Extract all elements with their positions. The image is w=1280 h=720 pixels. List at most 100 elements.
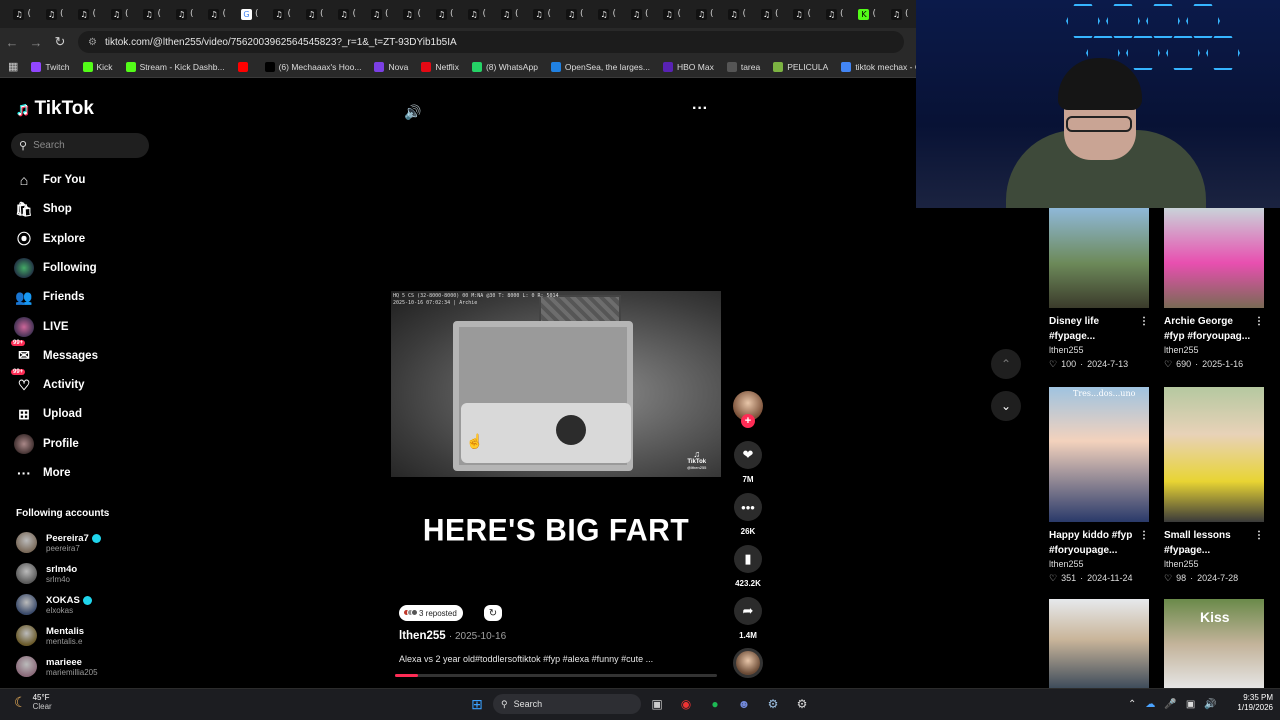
tab-close-icon[interactable]: ( (352, 9, 356, 19)
browser-tab[interactable]: K( (851, 3, 884, 25)
volume-icon[interactable]: 🔊 (404, 104, 421, 121)
browser-tab[interactable]: ♫( (884, 3, 917, 25)
video-progress-track[interactable] (395, 674, 717, 677)
video-thumbnail[interactable] (1164, 387, 1264, 522)
discord-icon[interactable]: ☻ (733, 694, 755, 714)
bookmark-item[interactable]: HBO Max (662, 61, 714, 72)
video-card[interactable]: Archie George #fyp #foryoupag... ⋮ lthen25… (1164, 208, 1264, 370)
video-card-author[interactable]: lthen255 (1049, 345, 1149, 355)
browser-tab[interactable]: ♫( (819, 3, 852, 25)
following-account[interactable]: srlm4o srlm4o (16, 563, 77, 584)
tab-close-icon[interactable]: ( (775, 9, 779, 19)
bookmark-item[interactable]: PELICULA (773, 61, 828, 72)
nav-messages[interactable]: ✉ 99+ Messages (11, 339, 98, 366)
taskbar-clock[interactable]: 9:35 PM 1/19/2026 (1225, 693, 1273, 713)
browser-tab[interactable]: ♫( (39, 3, 72, 25)
reposted-pill[interactable]: 3 reposted (399, 605, 463, 621)
video-thumbnail[interactable]: Tres...dos...uno (1049, 387, 1149, 522)
browser-tab[interactable]: ♫( (201, 3, 234, 25)
video-card[interactable]: Tres...dos...uno Happy kiddo #fyp #foryou… (1049, 387, 1149, 584)
browser-tab[interactable]: ♫( (689, 3, 722, 25)
tab-close-icon[interactable]: ( (710, 9, 714, 19)
heart-icon[interactable]: ❤ (734, 441, 762, 469)
video-card[interactable] (1049, 599, 1149, 689)
video-player[interactable]: HQ 5 CS (32-8000-8000) 00 M:NA @30 T: 80… (391, 291, 721, 477)
browser-tab[interactable]: ♫( (299, 3, 332, 25)
browser-tab[interactable]: ♫( (526, 3, 559, 25)
follow-plus-icon[interactable]: + (741, 414, 755, 428)
browser-tab[interactable]: ♫( (754, 3, 787, 25)
video-thumbnail[interactable] (1164, 208, 1264, 308)
bookmark-item[interactable]: (6) Mechaaax's Hoo... (264, 61, 361, 72)
tab-close-icon[interactable]: ( (190, 9, 194, 19)
nav-friends[interactable]: 👥 Friends (14, 287, 84, 307)
tab-close-icon[interactable]: ( (580, 9, 584, 19)
card-more-icon[interactable]: ⋮ (1254, 528, 1264, 543)
chrome-icon[interactable]: ◉ (675, 694, 697, 714)
video-card[interactable]: Kiss (1164, 599, 1264, 689)
search-input[interactable]: ⚲ Search (11, 133, 149, 158)
following-account[interactable]: marieee mariemillia205 (16, 656, 98, 677)
tab-close-icon[interactable]: ( (482, 9, 486, 19)
apps-icon[interactable]: ▦ (8, 60, 18, 73)
tab-close-icon[interactable]: ( (515, 9, 519, 19)
music-disc[interactable] (733, 648, 763, 678)
following-account[interactable]: XOKAS elxokas (16, 594, 92, 615)
tab-close-icon[interactable]: ( (677, 9, 681, 19)
task-view-icon[interactable]: ▣ (646, 694, 668, 714)
browser-tab[interactable]: ♫( (656, 3, 689, 25)
video-card-author[interactable]: lthen255 (1164, 345, 1264, 355)
bookmark-item[interactable]: Nova (374, 61, 408, 72)
browser-tab[interactable]: ♫( (396, 3, 429, 25)
browser-tab[interactable]: ♫( (721, 3, 754, 25)
bookmark-item[interactable]: Twitch (31, 61, 70, 72)
bookmark-icon[interactable]: ▮ (734, 545, 762, 573)
bookmark-item[interactable] (237, 61, 252, 72)
browser-tab[interactable]: ♫( (104, 3, 137, 25)
taskbar-search[interactable]: ⚲ Search (493, 694, 641, 714)
comment-action[interactable]: ••• 26K (733, 493, 763, 536)
nav-more[interactable]: ··· More (14, 463, 70, 483)
browser-tab[interactable]: ♫( (461, 3, 494, 25)
forward-icon[interactable]: → (24, 30, 48, 54)
browser-tab[interactable]: ♫( (169, 3, 202, 25)
tab-close-icon[interactable]: ( (645, 9, 649, 19)
onedrive-icon[interactable]: ☁ (1145, 699, 1155, 710)
browser-tab[interactable]: ♫( (6, 3, 39, 25)
tab-close-icon[interactable]: ( (320, 9, 324, 19)
bookmark-item[interactable]: Stream - Kick Dashb... (125, 61, 225, 72)
video-thumbnail[interactable]: Kiss (1164, 599, 1264, 689)
card-more-icon[interactable]: ⋮ (1139, 314, 1149, 329)
tab-close-icon[interactable]: ( (157, 9, 161, 19)
video-card[interactable]: Small lessons #fypage... ⋮ lthen255 ♡ 98 · 202… (1164, 387, 1264, 584)
save-action[interactable]: ▮ 423.2K (733, 545, 763, 588)
nav-profile[interactable]: Profile (14, 433, 79, 454)
browser-tab[interactable]: ♫( (364, 3, 397, 25)
microphone-icon[interactable]: 🎤 (1164, 699, 1176, 710)
browser-tab[interactable]: ♫( (591, 3, 624, 25)
video-thumbnail[interactable] (1049, 599, 1149, 689)
video-card-author[interactable]: lthen255 (1049, 559, 1149, 569)
tab-close-icon[interactable]: ( (222, 9, 226, 19)
steam-icon[interactable]: ⚙ (762, 694, 784, 714)
share-action[interactable]: ➦ 1.4M (733, 597, 763, 640)
browser-tab[interactable]: G( (234, 3, 267, 25)
browser-tab[interactable]: ♫( (559, 3, 592, 25)
bookmark-item[interactable]: Kick (82, 61, 113, 72)
nav-upload[interactable]: ⊞ Upload (14, 404, 82, 424)
nav-explore[interactable]: ⦿ Explore (14, 229, 85, 249)
card-more-icon[interactable]: ⋮ (1139, 528, 1149, 543)
tab-close-icon[interactable]: ( (840, 9, 844, 19)
settings-app-icon[interactable]: ⚙ (791, 694, 813, 714)
tab-close-icon[interactable]: ( (547, 9, 551, 19)
video-card-author[interactable]: lthen255 (1164, 559, 1264, 569)
reload-icon[interactable]: ↻ (48, 30, 72, 54)
volume-tray-icon[interactable]: 🔊 (1204, 699, 1216, 710)
video-author[interactable]: lthen255 (399, 630, 446, 642)
like-action[interactable]: ❤ 7M (733, 441, 763, 484)
bookmark-item[interactable]: tiktok mechax - Go... (841, 61, 916, 72)
nav-live[interactable]: LIVE (14, 316, 69, 337)
browser-tab[interactable]: ♫( (136, 3, 169, 25)
tab-close-icon[interactable]: ( (287, 9, 291, 19)
next-video-icon[interactable]: ⌄ (991, 391, 1021, 421)
